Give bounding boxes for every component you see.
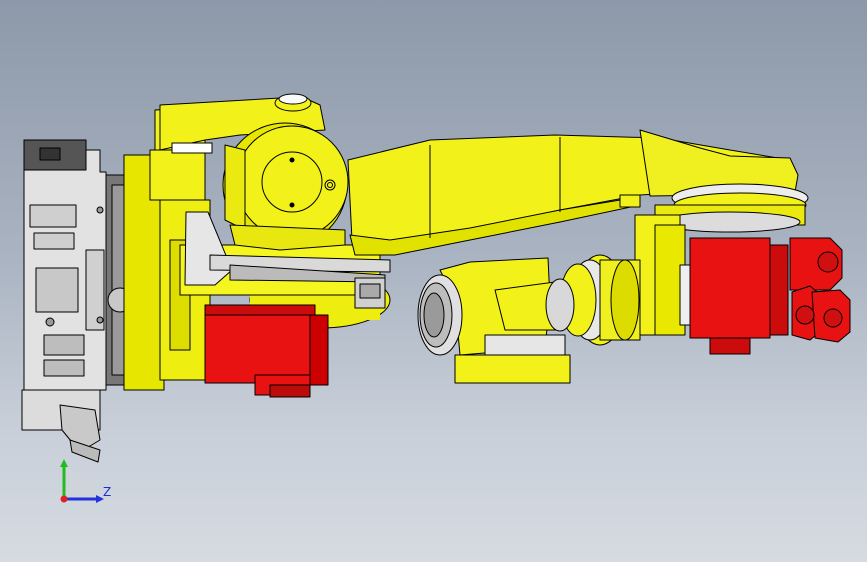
triad-background [64,469,94,499]
cad-viewport[interactable]: Z [0,0,867,562]
robot-arm-model[interactable] [0,0,867,562]
wrist-assembly [417,254,641,384]
forearm-body [634,214,696,336]
wrist-motors [689,237,851,355]
origin-point [60,495,68,503]
z-axis-label: Z [103,485,112,499]
base-motor [204,304,329,398]
coordinate-triad: Z [50,455,120,515]
upper-arm [347,129,809,256]
base-mounting-plate [21,139,107,463]
